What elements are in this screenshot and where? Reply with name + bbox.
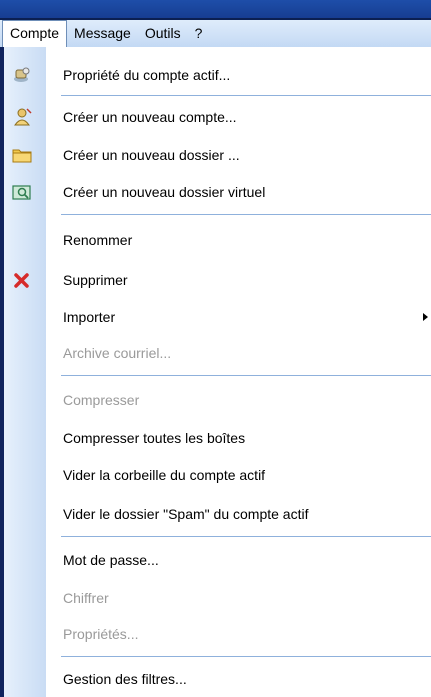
menu-item-empty-spam[interactable]: Vider le dossier "Spam" du compte actif — [4, 499, 431, 529]
menu-item-label: Mot de passe... — [63, 552, 159, 568]
menu-help[interactable]: ? — [188, 20, 210, 47]
menu-item-label: Compresser — [63, 392, 140, 408]
menu-item-new-account[interactable]: Créer un nouveau compte... — [4, 102, 431, 132]
menu-item-password[interactable]: Mot de passe... — [4, 545, 431, 575]
menu-item-account-properties[interactable]: Propriété du compte actif... — [4, 60, 431, 90]
menu-item-compress-all[interactable]: Compresser toutes les boîtes — [4, 423, 431, 453]
menu-item-label: Créer un nouveau dossier ... — [63, 147, 240, 163]
menu-item-filter-management[interactable]: Gestion des filtres... — [4, 664, 431, 694]
compte-dropdown-menu: Propriété du compte actif... Créer un no… — [4, 47, 431, 697]
new-account-icon — [12, 108, 32, 126]
menu-item-label: Compresser toutes les boîtes — [63, 430, 246, 446]
separator — [61, 214, 431, 215]
menu-item-label: Créer un nouveau compte... — [63, 109, 237, 125]
menu-item-new-folder[interactable]: Créer un nouveau dossier ... — [4, 140, 431, 170]
menu-item-label: Propriétés... — [63, 626, 139, 642]
account-properties-icon — [12, 66, 32, 84]
menu-item-import[interactable]: Importer — [4, 302, 431, 332]
menu-message[interactable]: Message — [67, 20, 138, 47]
menu-item-rename[interactable]: Renommer — [4, 225, 431, 255]
separator — [61, 375, 431, 376]
menu-item-new-virtual-folder[interactable]: Créer un nouveau dossier virtuel — [4, 177, 431, 207]
separator — [61, 95, 431, 96]
menu-item-label: Gestion des filtres... — [63, 671, 187, 687]
menu-item-label: Importer — [63, 309, 116, 325]
window-title-frame — [0, 0, 431, 20]
menu-item-label: Propriété du compte actif... — [63, 67, 231, 83]
menu-item-empty-trash[interactable]: Vider la corbeille du compte actif — [4, 460, 431, 490]
menubar: Compte Message Outils ? — [0, 19, 431, 48]
menu-compte[interactable]: Compte — [2, 19, 68, 48]
menu-item-label: Archive courriel... — [63, 345, 172, 361]
menu-item-label: Renommer — [63, 232, 133, 248]
menu-item-delete[interactable]: Supprimer — [4, 265, 431, 295]
menu-item-label: Vider la corbeille du compte actif — [63, 467, 266, 483]
menu-item-label: Chiffrer — [63, 590, 109, 606]
submenu-arrow-icon — [423, 313, 428, 321]
menu-item-compress[interactable]: Compresser — [4, 385, 431, 415]
menu-outils[interactable]: Outils — [138, 20, 188, 47]
menu-item-label: Créer un nouveau dossier virtuel — [63, 184, 266, 200]
menu-item-label: Supprimer — [63, 272, 128, 288]
menu-item-properties[interactable]: Propriétés... — [4, 619, 431, 649]
separator — [61, 536, 431, 537]
menu-item-archive-email[interactable]: Archive courriel... — [4, 338, 431, 368]
separator — [61, 656, 431, 657]
menu-item-label: Vider le dossier "Spam" du compte actif — [63, 506, 309, 522]
delete-icon — [12, 271, 32, 289]
virtual-folder-icon — [12, 183, 32, 201]
menu-item-encrypt[interactable]: Chiffrer — [4, 583, 431, 613]
folder-icon — [12, 146, 32, 164]
